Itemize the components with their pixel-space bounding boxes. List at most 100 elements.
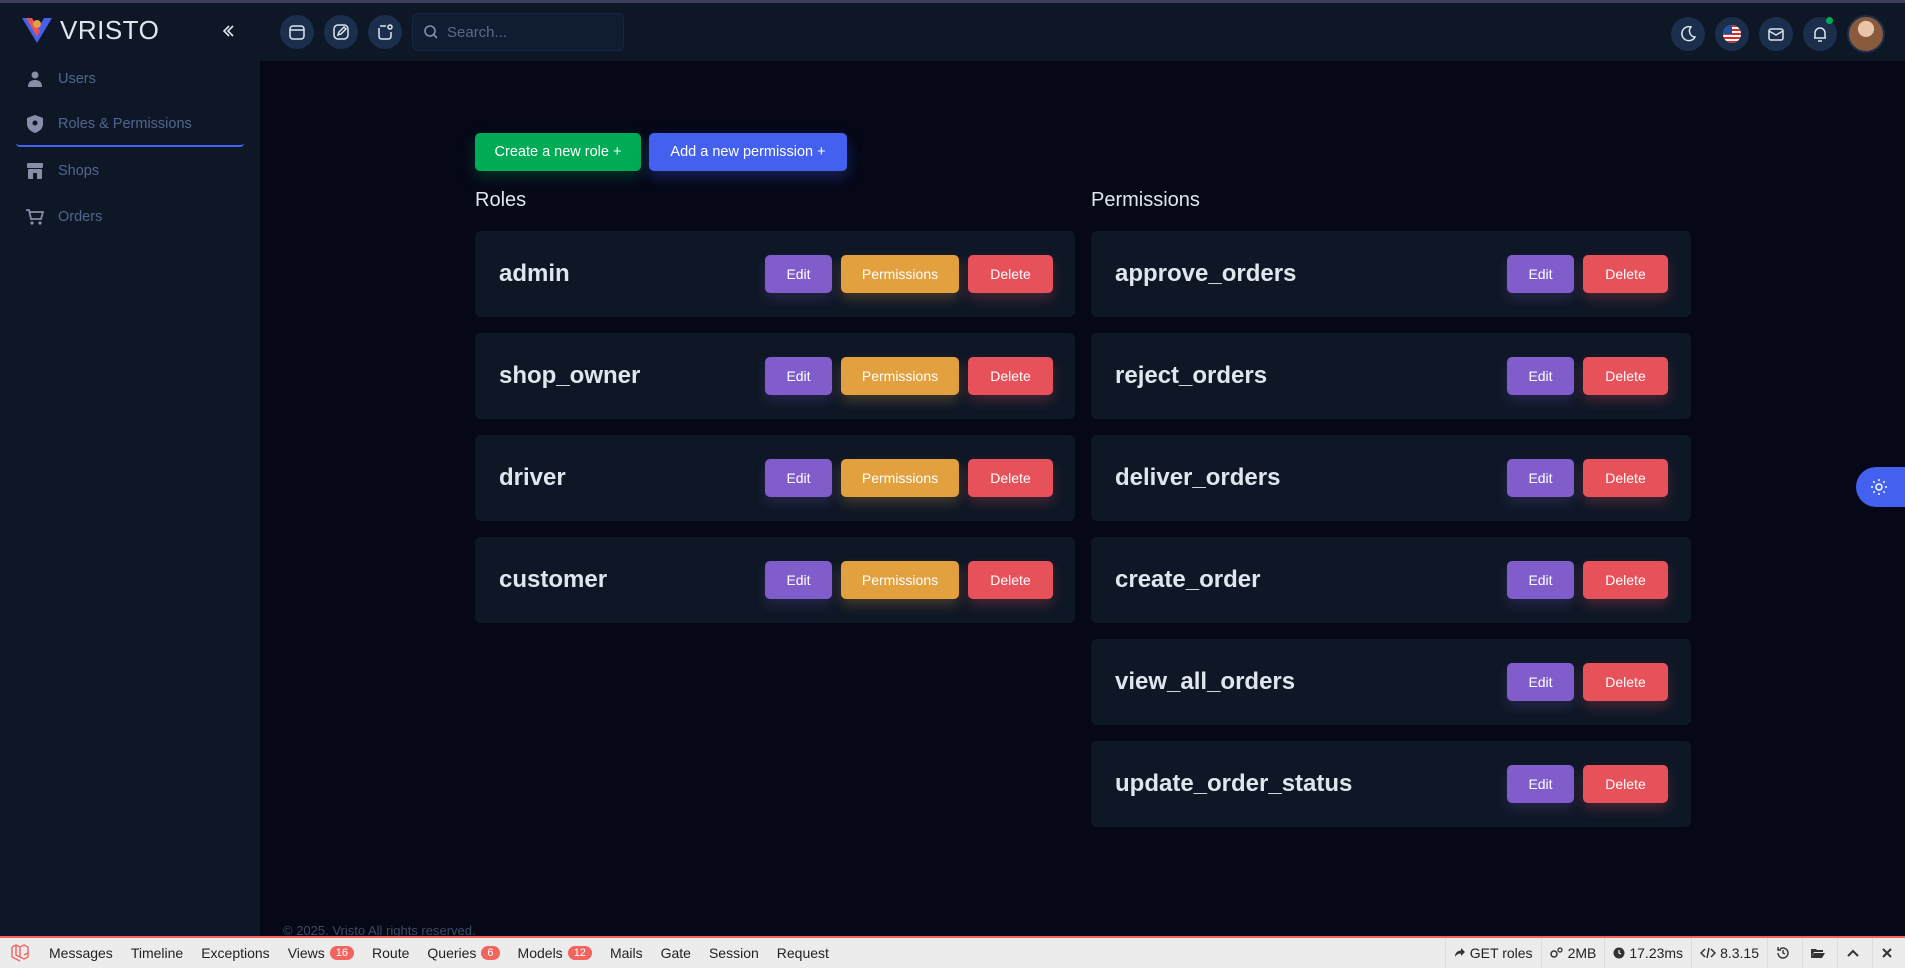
search-icon (424, 25, 438, 39)
debug-tab-models[interactable]: Models 12 (509, 938, 601, 968)
delete-permission-button[interactable]: Delete (1583, 663, 1668, 701)
edit-icon (333, 24, 349, 40)
role-permissions-button[interactable]: Permissions (841, 459, 959, 497)
delete-role-button[interactable]: Delete (968, 255, 1053, 293)
debug-tab-gate[interactable]: Gate (652, 938, 700, 968)
role-name: customer (499, 566, 608, 593)
role-card-shop-owner: shop_owner Edit Permissions Delete (475, 333, 1075, 419)
chat-icon (378, 24, 393, 40)
add-permission-button[interactable]: Add a new permission + (649, 133, 847, 171)
permission-card-view-all-orders: view_all_orders Edit Delete (1091, 639, 1691, 725)
delete-permission-button[interactable]: Delete (1583, 765, 1668, 803)
messages-button[interactable] (1759, 17, 1793, 51)
role-card-customer: customer Edit Permissions Delete (475, 537, 1075, 623)
role-permissions-button[interactable]: Permissions (841, 255, 959, 293)
collapse-sidebar-icon[interactable] (218, 21, 238, 41)
chevron-up-icon (1847, 949, 1859, 957)
header-actions (1671, 15, 1885, 53)
delete-permission-button[interactable]: Delete (1583, 357, 1668, 395)
debug-tab-queries[interactable]: Queries 6 (418, 938, 508, 968)
permission-card-reject-orders: reject_orders Edit Delete (1091, 333, 1691, 419)
notifications-button[interactable] (1803, 17, 1837, 51)
history-button[interactable] (1767, 938, 1802, 968)
memory-text: 2MB (1567, 945, 1597, 961)
search-box[interactable] (412, 13, 624, 51)
todo-button[interactable] (324, 15, 358, 49)
permission-name: update_order_status (1115, 770, 1353, 797)
chat-button[interactable] (368, 15, 402, 49)
edit-permission-button[interactable]: Edit (1507, 663, 1574, 701)
delete-role-button[interactable]: Delete (968, 357, 1053, 395)
permission-card-update-order-status: update_order_status Edit Delete (1091, 741, 1691, 827)
delete-role-button[interactable]: Delete (968, 561, 1053, 599)
permission-name: deliver_orders (1115, 464, 1281, 491)
debug-tab-views[interactable]: Views 16 (279, 938, 363, 968)
laravel-logo-icon[interactable] (0, 938, 40, 968)
delete-permission-button[interactable]: Delete (1583, 255, 1668, 293)
permissions-title: Permissions (1091, 189, 1200, 211)
debug-tab-messages[interactable]: Messages (40, 938, 122, 968)
delete-permission-button[interactable]: Delete (1583, 561, 1668, 599)
sidebar-item-label: Shops (58, 163, 100, 179)
sidebar-item-users[interactable]: Users (16, 57, 244, 101)
route-text: GET roles (1469, 945, 1533, 961)
debug-tab-exceptions[interactable]: Exceptions (192, 938, 278, 968)
tab-label: Exceptions (201, 945, 270, 961)
permission-card-create-order: create_order Edit Delete (1091, 537, 1691, 623)
php-version-indicator[interactable]: 8.3.15 (1691, 938, 1767, 968)
memory-indicator[interactable]: 2MB (1540, 938, 1605, 968)
time-indicator[interactable]: 17.23ms (1604, 938, 1691, 968)
create-role-button[interactable]: Create a new role + (475, 133, 641, 171)
tab-label: Messages (49, 945, 113, 961)
role-permissions-button[interactable]: Permissions (841, 561, 959, 599)
tab-label: Timeline (130, 945, 184, 961)
sidebar-item-label: Roles & Permissions (58, 116, 192, 132)
cart-icon (26, 208, 44, 226)
permission-name: approve_orders (1115, 260, 1297, 287)
close-debugbar-button[interactable] (1872, 938, 1905, 968)
sidebar: VRISTO Users Roles & Permissions Shops O… (0, 3, 260, 936)
route-indicator[interactable]: GET roles (1444, 938, 1541, 968)
count-badge: 12 (567, 946, 592, 960)
role-permissions-button[interactable]: Permissions (841, 357, 959, 395)
permission-name: create_order (1115, 566, 1261, 593)
edit-permission-button[interactable]: Edit (1507, 459, 1574, 497)
search-input[interactable] (447, 23, 607, 41)
user-icon (26, 70, 44, 88)
role-name: admin (499, 260, 570, 287)
debug-tab-timeline[interactable]: Timeline (122, 938, 192, 968)
edit-permission-button[interactable]: Edit (1507, 765, 1574, 803)
calendar-button[interactable] (280, 15, 314, 49)
calendar-icon (289, 25, 305, 40)
debug-tab-session[interactable]: Session (700, 938, 768, 968)
delete-role-button[interactable]: Delete (968, 459, 1053, 497)
language-button[interactable] (1715, 17, 1749, 51)
sidebar-item-roles-permissions[interactable]: Roles & Permissions (16, 103, 244, 147)
tab-label: Route (372, 945, 410, 961)
theme-toggle-button[interactable] (1671, 17, 1705, 51)
edit-role-button[interactable]: Edit (765, 459, 832, 497)
edit-role-button[interactable]: Edit (765, 561, 832, 599)
sidebar-item-shops[interactable]: Shops (16, 149, 244, 193)
shield-icon (26, 115, 44, 133)
tab-label: Mails (609, 945, 643, 961)
theme-customizer-button[interactable] (1856, 467, 1905, 507)
edit-permission-button[interactable]: Edit (1507, 255, 1574, 293)
code-icon (1700, 947, 1717, 959)
user-avatar[interactable] (1847, 15, 1885, 53)
edit-permission-button[interactable]: Edit (1507, 357, 1574, 395)
edit-role-button[interactable]: Edit (765, 255, 832, 293)
open-folder-button[interactable] (1802, 938, 1837, 968)
notification-dot (1826, 17, 1833, 24)
role-name: shop_owner (499, 362, 641, 389)
debug-tab-mails[interactable]: Mails (601, 938, 652, 968)
count-badge: 16 (329, 946, 355, 960)
edit-role-button[interactable]: Edit (765, 357, 832, 395)
edit-permission-button[interactable]: Edit (1507, 561, 1574, 599)
sidebar-item-orders[interactable]: Orders (16, 195, 244, 239)
app-name: VRISTO (60, 14, 160, 45)
maximize-button[interactable] (1837, 938, 1872, 968)
delete-permission-button[interactable]: Delete (1583, 459, 1668, 497)
debug-tab-route[interactable]: Route (363, 938, 418, 968)
debug-tab-request[interactable]: Request (768, 938, 838, 968)
